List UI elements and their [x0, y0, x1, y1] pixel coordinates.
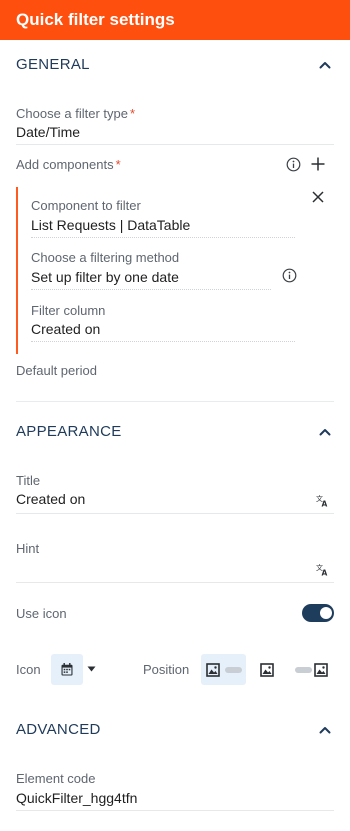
filter-column-label: Filter column	[31, 303, 106, 318]
filtering-method-underline	[31, 289, 271, 290]
position-option-image-left[interactable]	[201, 654, 246, 685]
filter-type-underline	[16, 144, 334, 145]
calendar-icon	[61, 663, 73, 676]
image-icon	[206, 663, 220, 677]
panel-title: Quick filter settings	[16, 10, 175, 29]
text-placeholder-bar	[225, 667, 242, 673]
toggle-knob	[320, 607, 332, 619]
component-to-filter-select[interactable]: List Requests | DataTable	[31, 217, 190, 233]
default-period-label[interactable]: Default period	[16, 363, 97, 378]
add-components-label: Add components *	[16, 157, 121, 172]
info-icon[interactable]	[286, 157, 301, 172]
title-field-label: Title	[16, 473, 41, 488]
info-icon[interactable]	[282, 268, 297, 283]
element-code-underline	[16, 810, 334, 811]
position-label: Position	[143, 662, 190, 677]
filtering-method-select[interactable]: Set up filter by one date	[31, 269, 179, 285]
hint-field-label: Hint	[16, 541, 40, 556]
filtering-method-label: Choose a filtering method	[31, 250, 180, 265]
position-option-image-right[interactable]	[314, 663, 328, 677]
svg-text:A: A	[322, 569, 328, 577]
title-field-underline	[16, 513, 334, 514]
caret-down-icon[interactable]	[87, 666, 96, 672]
section-title-advanced[interactable]: ADVANCED	[16, 721, 101, 738]
component-accent-bar	[16, 187, 18, 354]
chevron-up-icon[interactable]	[318, 425, 332, 439]
title-field-input[interactable]: Created on	[16, 491, 85, 507]
chevron-up-icon[interactable]	[318, 58, 332, 72]
use-icon-toggle[interactable]	[302, 604, 334, 622]
icon-picker[interactable]	[51, 654, 83, 685]
chevron-up-icon[interactable]	[318, 723, 332, 737]
filter-type-select[interactable]: Date/Time	[16, 124, 80, 140]
position-option-image-right-bar[interactable]	[295, 667, 312, 673]
filter-column-underline	[31, 341, 295, 342]
panel-header: Quick filter settings	[0, 0, 350, 40]
translate-icon[interactable]: 文A	[316, 494, 329, 507]
filter-type-label: Choose a filter type *	[16, 106, 136, 121]
element-code-label: Element code	[16, 771, 96, 786]
close-icon[interactable]	[311, 190, 325, 204]
hint-field-underline	[16, 582, 334, 583]
icon-label: Icon	[16, 662, 41, 677]
section-title-general[interactable]: GENERAL	[16, 56, 90, 73]
component-to-filter-underline	[31, 237, 295, 238]
translate-icon[interactable]: 文A	[316, 563, 329, 576]
use-icon-label: Use icon	[16, 606, 67, 621]
section-divider	[16, 401, 334, 402]
position-option-image-only[interactable]	[260, 663, 274, 677]
filter-column-select[interactable]: Created on	[31, 321, 100, 337]
component-to-filter-label: Component to filter	[31, 198, 141, 213]
element-code-input[interactable]: QuickFilter_hgg4tfn	[16, 790, 137, 806]
svg-text:A: A	[322, 500, 328, 508]
add-icon[interactable]	[310, 156, 326, 172]
section-title-appearance[interactable]: APPEARANCE	[16, 423, 122, 440]
